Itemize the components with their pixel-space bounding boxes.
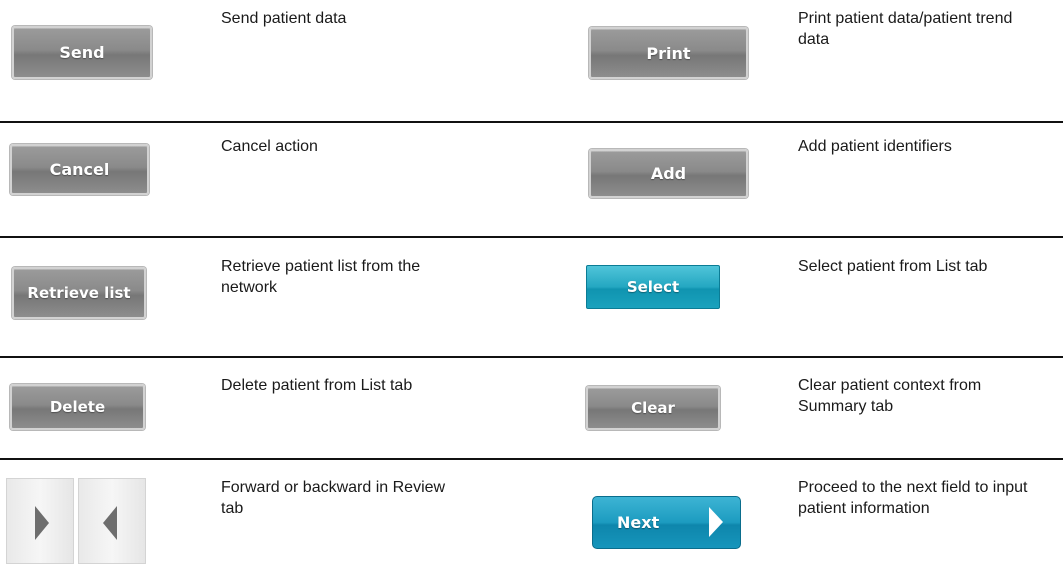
delete-description: Delete patient from List tab <box>221 377 413 394</box>
next-description: Proceed to the next field to input patie… <box>798 479 1028 517</box>
print-button[interactable]: Print <box>589 27 748 79</box>
cancel-button[interactable]: Cancel <box>10 144 149 195</box>
row-divider <box>0 458 1063 460</box>
cancel-description: Cancel action <box>221 138 318 155</box>
add-button[interactable]: Add <box>589 149 748 198</box>
backward-button[interactable] <box>78 478 146 564</box>
delete-button[interactable]: Delete <box>10 384 145 430</box>
forward-backward-description: Forward or backward in Review tab <box>221 479 446 517</box>
select-button[interactable]: Select <box>586 265 720 309</box>
forward-button[interactable] <box>6 478 74 564</box>
retrieve-list-description: Retrieve patient list from the network <box>221 258 421 296</box>
send-button[interactable]: Send <box>12 26 152 79</box>
right-arrow-icon <box>709 507 723 537</box>
add-description: Add patient identifiers <box>798 138 952 155</box>
clear-button[interactable]: Clear <box>586 386 720 430</box>
next-button-label: Next <box>617 513 660 532</box>
right-arrow-icon <box>35 506 49 540</box>
left-arrow-icon <box>103 506 117 540</box>
next-button[interactable]: Next <box>592 496 741 549</box>
send-description: Send patient data <box>221 10 347 27</box>
select-description: Select patient from List tab <box>798 258 988 275</box>
clear-description: Clear patient context from Summary tab <box>798 377 982 415</box>
print-description: Print patient data/patient trend data <box>798 10 1013 48</box>
row-divider <box>0 236 1063 238</box>
row-divider <box>0 356 1063 358</box>
row-divider <box>0 121 1063 123</box>
retrieve-list-button[interactable]: Retrieve list <box>12 267 146 319</box>
